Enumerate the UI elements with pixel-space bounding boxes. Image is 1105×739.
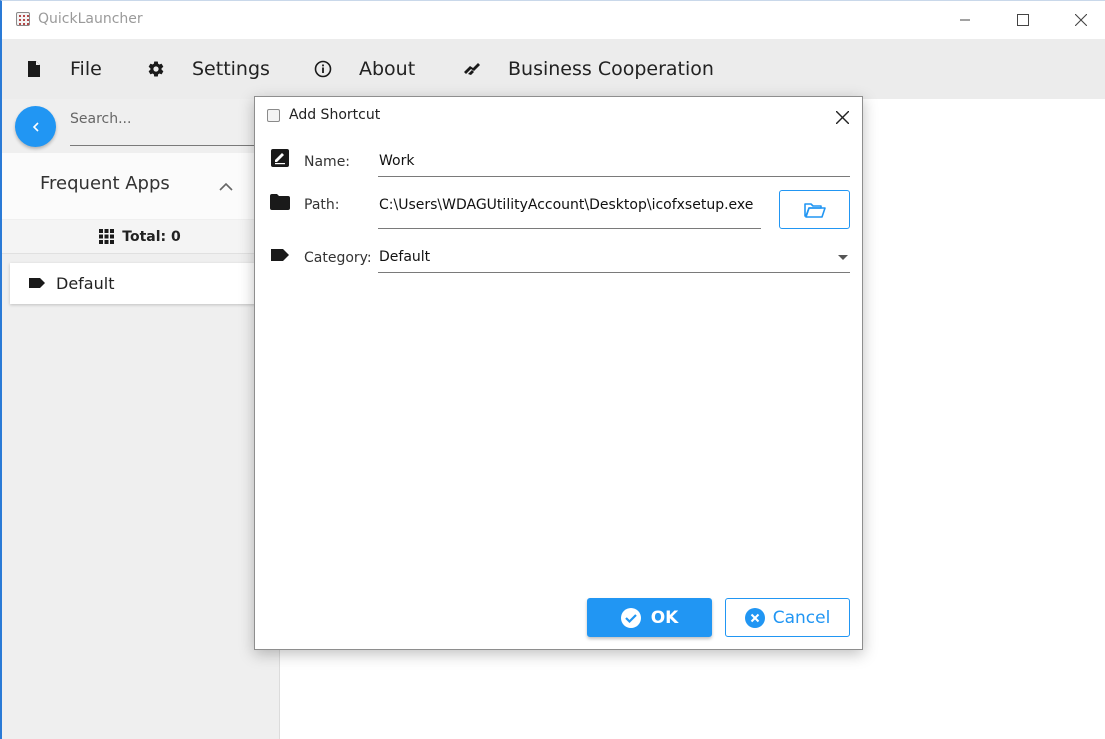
dialog-title: Add Shortcut xyxy=(289,107,381,123)
app-window: QuickLauncher File Settings About Busine… xyxy=(0,0,1105,739)
folder-icon xyxy=(270,192,290,212)
category-label: Category: xyxy=(304,250,372,266)
browse-path-button[interactable] xyxy=(779,190,850,229)
path-field xyxy=(378,191,761,229)
frequent-apps-panel[interactable]: Frequent Apps xyxy=(2,153,278,219)
collapse-sidebar-button[interactable] xyxy=(15,106,56,147)
menu-file[interactable]: File xyxy=(24,39,102,99)
category-tag-icon xyxy=(270,245,290,265)
dialog-app-icon xyxy=(267,109,280,122)
minimize-icon xyxy=(960,19,970,21)
close-icon xyxy=(835,110,849,124)
cancel-button[interactable]: Cancel xyxy=(725,598,850,637)
name-label: Name: xyxy=(304,154,351,170)
ok-button-label: OK xyxy=(650,607,679,628)
folder-open-icon xyxy=(803,202,826,218)
add-shortcut-dialog: Add Shortcut Name: Path: Category: Defau xyxy=(254,96,863,650)
tag-icon xyxy=(28,274,46,293)
search-input[interactable] xyxy=(70,111,260,127)
menu-business-cooperation[interactable]: Business Cooperation xyxy=(462,39,714,99)
app-logo-icon xyxy=(16,12,30,26)
menu-file-label: File xyxy=(70,58,102,80)
chevron-left-icon xyxy=(32,121,39,132)
path-label: Path: xyxy=(304,197,340,213)
total-count-label: Total: 0 xyxy=(122,228,181,245)
name-field xyxy=(378,147,850,177)
sidebar: Frequent Apps Total: 0 Default xyxy=(2,99,280,739)
menu-settings[interactable]: Settings xyxy=(146,39,270,99)
total-count-row: Total: 0 xyxy=(2,220,278,254)
ok-button[interactable]: OK xyxy=(587,598,712,637)
title-bar: QuickLauncher xyxy=(2,1,1105,39)
cancel-button-label: Cancel xyxy=(772,607,831,628)
info-icon xyxy=(313,59,333,79)
menu-about[interactable]: About xyxy=(313,39,415,99)
close-window-button[interactable] xyxy=(1052,1,1105,39)
dropdown-arrow-icon xyxy=(838,255,848,260)
category-select-value: Default xyxy=(379,249,431,265)
close-icon xyxy=(1075,14,1087,26)
edit-icon xyxy=(270,148,290,168)
check-circle-icon xyxy=(620,607,641,628)
path-input[interactable] xyxy=(379,197,755,213)
grid-icon xyxy=(99,229,115,244)
gear-icon xyxy=(146,59,166,79)
frequent-apps-label: Frequent Apps xyxy=(40,173,170,194)
search-field xyxy=(70,99,270,146)
file-icon xyxy=(24,59,44,79)
menu-bar: File Settings About Business Cooperation xyxy=(2,39,1105,99)
window-title: QuickLauncher xyxy=(38,11,143,27)
cancel-circle-icon xyxy=(744,607,765,628)
chevron-up-icon[interactable] xyxy=(218,177,234,196)
dialog-close-button[interactable] xyxy=(830,105,854,129)
category-item-default[interactable]: Default xyxy=(10,263,270,304)
maximize-icon xyxy=(1017,14,1029,26)
minimize-button[interactable] xyxy=(936,1,994,39)
menu-settings-label: Settings xyxy=(192,58,270,80)
maximize-button[interactable] xyxy=(994,1,1052,39)
handshake-icon xyxy=(462,59,482,79)
menu-business-cooperation-label: Business Cooperation xyxy=(508,58,714,80)
name-input[interactable] xyxy=(379,153,842,169)
category-select[interactable]: Default xyxy=(378,243,850,273)
category-item-label: Default xyxy=(56,274,115,293)
menu-about-label: About xyxy=(359,58,416,80)
